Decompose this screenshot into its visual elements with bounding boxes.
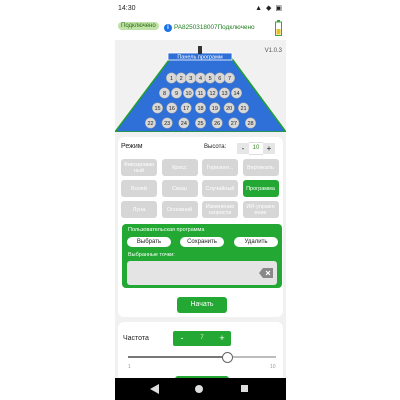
app-header: Подключено i PA8250318007Подключено [115, 18, 286, 40]
court-panel-label: Панель программ [177, 55, 223, 61]
height-minus-button[interactable]: - [237, 143, 249, 154]
frequency-plus-button[interactable]: + [213, 331, 231, 346]
court-target-label: 9 [175, 91, 178, 97]
frequency-label: Частота [123, 335, 149, 342]
selected-points-box[interactable] [127, 261, 277, 285]
court-target-label: 26 [214, 121, 220, 127]
court-target-label: 28 [247, 121, 253, 127]
mode-button[interactable]: Случайный [202, 180, 238, 197]
court-target-label: 14 [233, 91, 239, 97]
info-icon[interactable]: i [164, 24, 172, 32]
court-target-label: 1 [170, 76, 173, 82]
height-label: Высота: [204, 144, 227, 150]
start-button[interactable]: Начать [177, 297, 227, 313]
backspace-icon[interactable] [259, 268, 273, 278]
court-target-label: 8 [163, 91, 166, 97]
frequency-slider-fill [128, 356, 228, 358]
court-target-label: 24 [181, 121, 187, 127]
court-target-label: 19 [212, 106, 218, 112]
court-target-label: 5 [209, 76, 212, 82]
height-plus-button[interactable]: + [263, 143, 275, 154]
device-status: PA8250318007Подключено [174, 24, 255, 31]
court-diagram[interactable]: Панель программ 1 2 3 4 5 6 78 9 10 11 12 13 1415 16 1… [115, 40, 286, 132]
court-target-label: 27 [231, 121, 237, 127]
recent-apps-icon[interactable] [241, 385, 248, 392]
mode-grid: Фиксирован ный Кросс Горизонт... Вертикаль В… [121, 159, 283, 219]
court-target-label: 16 [169, 106, 175, 112]
court-target-label: 20 [226, 106, 232, 112]
status-bar: 14:30 ▲ ◆ ▣ [115, 0, 286, 18]
court-target-label: 4 [199, 76, 202, 82]
frequency-max-label: 10 [270, 364, 276, 370]
phone-screen: 14:30 ▲ ◆ ▣ Подключено i PA8250318007Под… [115, 0, 286, 400]
mode-button[interactable]: Вертикаль [242, 159, 279, 176]
mode-button[interactable]: Основной [161, 201, 198, 218]
court-target-label: 2 [180, 76, 183, 82]
mode-button[interactable]: Смэш [161, 180, 198, 197]
battery-icon [275, 20, 282, 36]
court-target-label: 23 [164, 121, 170, 127]
frequency-stepper: - 7 + [173, 331, 231, 346]
court-target-label: 25 [197, 121, 203, 127]
nav-bar [115, 378, 286, 400]
status-badge[interactable]: Подключено [118, 22, 159, 30]
court-target-label: 7 [228, 76, 231, 82]
mode-button[interactable]: Луна [121, 201, 157, 218]
court-target-label: 18 [197, 106, 203, 112]
mode-button[interactable]: Кросс [161, 159, 198, 176]
frequency-slider-thumb[interactable] [222, 352, 234, 363]
frequency-minus-button[interactable]: - [173, 331, 191, 346]
select-button[interactable]: Выбрать [127, 237, 171, 247]
court-target-label: 3 [189, 76, 192, 82]
height-stepper: - 10 + [237, 142, 275, 155]
court-target-label: 21 [240, 106, 246, 112]
court-target-label: 11 [198, 91, 204, 97]
mode-button[interactable]: Фиксирован ный [121, 159, 157, 176]
court-target-label: 13 [221, 91, 227, 97]
status-time: 14:30 [118, 5, 136, 12]
mode-card: Режим Высота: - 10 + Фиксирован ный Кросс… [118, 137, 283, 317]
court-target-label: 12 [209, 91, 215, 97]
court-target-label: 6 [218, 76, 221, 82]
home-icon[interactable] [195, 385, 203, 393]
delete-button[interactable]: Удалить [234, 237, 278, 247]
court-target-label: 22 [147, 121, 153, 127]
court-target-label: 15 [154, 106, 160, 112]
court-target-label: 17 [183, 106, 189, 112]
height-value[interactable]: 10 [249, 142, 263, 155]
mode-label: Режим [121, 143, 143, 150]
mode-button[interactable]: Программа [242, 180, 279, 197]
mode-button[interactable]: Изменение скорости [202, 201, 238, 218]
custom-program-panel: Пользовательская программа Выбрать Сохра… [122, 224, 282, 288]
frequency-value: 7 [191, 331, 213, 346]
selected-points-label: Выбранные точки: [128, 252, 175, 258]
mode-button[interactable]: Волей [121, 180, 157, 197]
back-icon[interactable] [150, 384, 159, 394]
mode-button[interactable]: ИИ-упражн ение [242, 201, 279, 218]
mode-button[interactable]: Горизонт... [202, 159, 238, 176]
frequency-card: Частота - 7 + 1 10 [118, 322, 283, 384]
court-target-label: 10 [185, 91, 191, 97]
custom-program-title: Пользовательская программа [128, 227, 205, 233]
frequency-min-label: 1 [128, 364, 131, 370]
save-button[interactable]: Сохранить [180, 237, 224, 247]
status-icons: ▲ ◆ ▣ [255, 5, 283, 12]
frequency-slider[interactable] [128, 352, 276, 363]
